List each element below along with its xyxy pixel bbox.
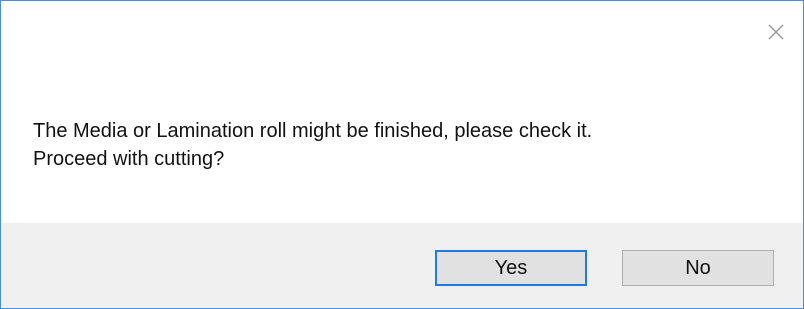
dialog-message: The Media or Lamination roll might be fi… — [33, 117, 592, 173]
message-line-2: Proceed with cutting? — [33, 148, 225, 170]
message-line-1: The Media or Lamination roll might be fi… — [33, 120, 593, 142]
message-dialog: The Media or Lamination roll might be fi… — [0, 0, 804, 309]
no-button[interactable]: No — [622, 250, 774, 286]
yes-button[interactable]: Yes — [435, 250, 587, 286]
close-button[interactable] — [761, 17, 791, 47]
close-icon — [768, 24, 784, 40]
button-bar: Yes No — [1, 223, 803, 308]
dialog-content: The Media or Lamination roll might be fi… — [1, 1, 803, 223]
